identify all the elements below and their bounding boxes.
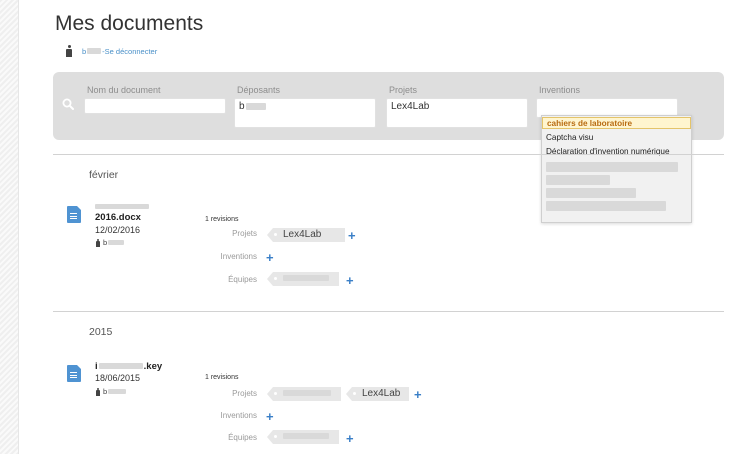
depositors-label: Déposants [237,85,281,95]
user-icon [96,238,100,247]
project-tag[interactable] [267,387,341,401]
dropdown-option-redacted[interactable] [546,188,636,198]
user-icon [66,45,72,57]
document-name-label: Nom du document [87,85,161,95]
document-owner-name: b [103,387,108,396]
projects-label: Projets [389,85,418,95]
document-name[interactable]: i .key [95,361,162,372]
document-name-suffix: .key [143,361,163,372]
teams-meta-label: Équipes [228,433,257,442]
team-tag[interactable] [267,430,339,444]
owner-name-redacted [108,240,125,245]
section-divider [53,154,724,155]
user-name[interactable]: b [82,47,86,56]
section-divider [53,311,724,312]
inventions-meta-label: Inventions [220,252,257,261]
projects-meta-label: Projets [232,229,257,238]
document-owner-name: b [103,238,108,247]
add-project-button[interactable]: + [414,388,422,401]
projects-meta-label: Projets [232,389,257,398]
page-title: Mes documents [55,12,204,35]
document-name-redacted [95,204,149,209]
add-invention-button[interactable]: + [266,410,274,423]
document-date: 12/02/2016 [95,225,141,235]
depositors-input[interactable]: b [234,98,376,128]
document-icon[interactable] [67,206,81,223]
team-tag-redacted [283,433,329,440]
document-date: 18/06/2015 [95,373,141,383]
projects-value: Lex4Lab [391,101,430,112]
inventions-label: Inventions [539,85,581,95]
document-name-input[interactable] [84,98,226,114]
document-owner: b [96,238,125,247]
inventions-meta-label: Inventions [220,411,257,420]
project-tag-label: Lex4Lab [362,388,401,399]
document-icon[interactable] [67,365,81,382]
depositors-value-redacted [245,102,266,110]
group-title: février [89,169,119,181]
add-invention-button[interactable]: + [266,251,274,264]
dropdown-option-redacted[interactable] [546,175,610,185]
inventions-dropdown: cahiers de laboratoire Captcha visu Décl… [541,115,692,223]
logout-link[interactable]: Se déconnecter [105,47,158,56]
teams-meta-label: Équipes [228,275,257,284]
add-team-button[interactable]: + [346,274,354,287]
revision-count: 1 revisions [205,216,239,223]
document-name-prefix: i [95,361,98,372]
search-icon [62,98,74,110]
project-tag-label: Lex4Lab [283,229,322,240]
dropdown-option[interactable]: Déclaration d'invention numérique [542,146,691,158]
team-tag-redacted [283,275,329,282]
user-bar: b - Se déconnecter [66,45,157,57]
dropdown-option-redacted[interactable] [546,201,666,211]
user-name-redacted [87,48,102,54]
left-sidebar-strip [0,0,19,454]
add-team-button[interactable]: + [346,432,354,445]
dropdown-option[interactable]: Captcha visu [542,132,691,144]
project-tag[interactable]: Lex4Lab [267,228,345,242]
add-project-button[interactable]: + [348,229,356,242]
revision-count: 1 revisions [205,374,239,381]
document-name[interactable]: 2016.docx [95,212,141,223]
owner-name-redacted [108,389,127,394]
team-tag[interactable] [267,272,339,286]
depositors-value: b [239,101,245,112]
projects-input[interactable]: Lex4Lab [386,98,528,128]
user-icon [96,387,100,396]
document-owner: b [96,387,127,396]
document-name-redacted [98,363,143,370]
dropdown-option[interactable]: cahiers de laboratoire [542,117,691,129]
group-title: 2015 [89,326,113,338]
dropdown-option-redacted[interactable] [546,162,678,172]
project-tag[interactable]: Lex4Lab [346,387,409,401]
project-tag-redacted [283,390,331,397]
